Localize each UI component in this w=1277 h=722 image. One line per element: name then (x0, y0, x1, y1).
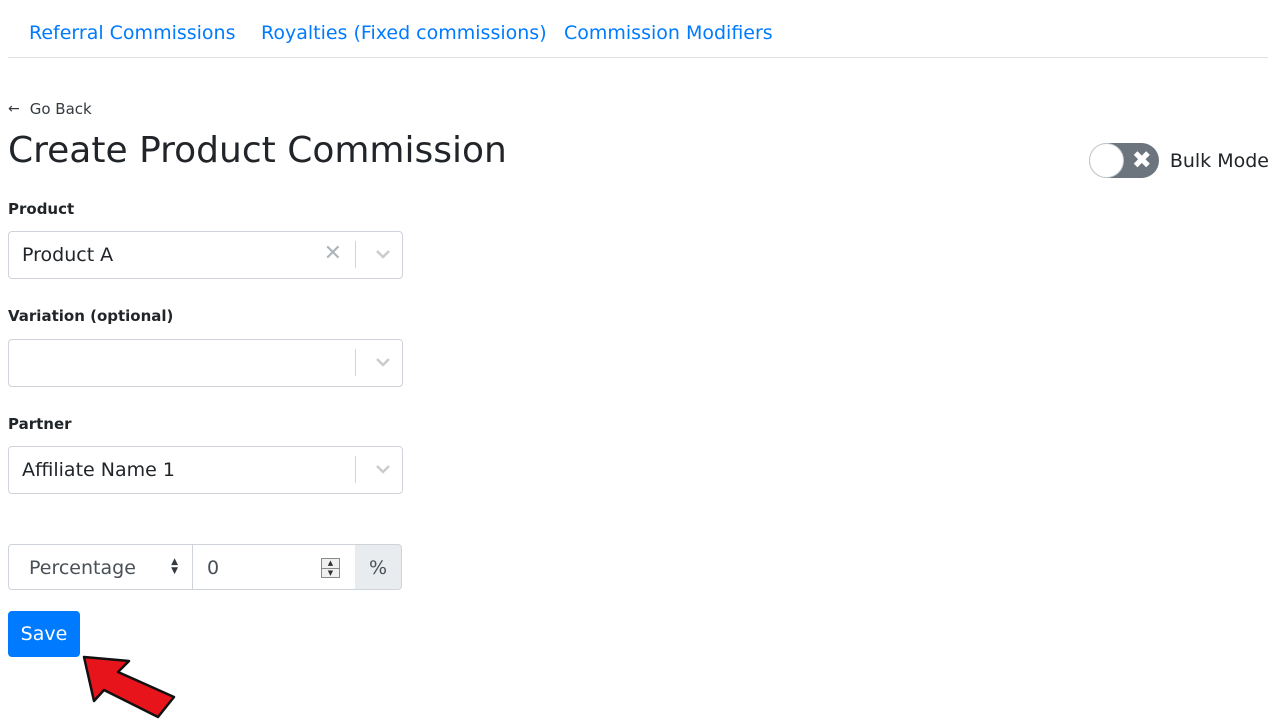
up-down-caret-icon: ▲ ▼ (171, 557, 178, 576)
select-divider (355, 456, 356, 483)
commission-amount-value: 0 (207, 557, 220, 579)
partner-label: Partner (8, 415, 72, 433)
partner-select[interactable]: Affiliate Name 1 (8, 446, 403, 494)
product-value: Product A (22, 244, 114, 266)
tab-royalties[interactable]: Royalties (Fixed commissions) (261, 22, 547, 44)
chevron-down-icon[interactable] (376, 464, 390, 474)
bulk-mode-toggle[interactable]: ✖ (1088, 143, 1159, 178)
variation-label: Variation (optional) (8, 307, 174, 325)
chevron-down-icon[interactable] (376, 357, 390, 367)
partner-value: Affiliate Name 1 (22, 459, 175, 481)
arrow-left-icon: ← (8, 101, 20, 117)
go-back-link[interactable]: ← Go Back (8, 100, 92, 118)
percent-addon: % (355, 544, 402, 590)
annotation-arrow-icon (82, 655, 176, 719)
commission-type-select[interactable]: Percentage ▲ ▼ (8, 544, 193, 590)
select-divider (355, 349, 356, 376)
commission-input-group: Percentage ▲ ▼ 0 ▲ ▼ % (8, 544, 403, 590)
number-spinner[interactable]: ▲ ▼ (321, 558, 340, 578)
save-button[interactable]: Save (8, 611, 80, 657)
spin-down-icon[interactable]: ▼ (322, 568, 339, 577)
tab-referral-commissions[interactable]: Referral Commissions (29, 22, 236, 44)
spin-up-icon[interactable]: ▲ (322, 559, 339, 568)
close-icon[interactable]: ✕ (324, 241, 342, 266)
chevron-down-icon[interactable] (376, 249, 390, 259)
bulk-mode-label: Bulk Mode (1169, 149, 1269, 172)
commission-type-value: Percentage (29, 557, 136, 579)
percent-symbol: % (369, 557, 388, 579)
toggle-knob (1089, 144, 1123, 177)
tab-bar: Referral Commissions Royalties (Fixed co… (8, 0, 1268, 58)
commission-amount-input[interactable]: 0 ▲ ▼ (192, 544, 356, 590)
select-divider (355, 241, 356, 268)
go-back-label: Go Back (29, 100, 92, 118)
tab-commission-modifiers[interactable]: Commission Modifiers (564, 22, 773, 44)
variation-select[interactable] (8, 339, 403, 387)
page-title: Create Product Commission (8, 130, 507, 171)
product-select[interactable]: Product A ✕ (8, 231, 403, 279)
product-label: Product (8, 200, 75, 218)
bulk-mode-control: ✖ Bulk Mode (1088, 143, 1269, 178)
close-icon: ✖ (1131, 146, 1152, 174)
